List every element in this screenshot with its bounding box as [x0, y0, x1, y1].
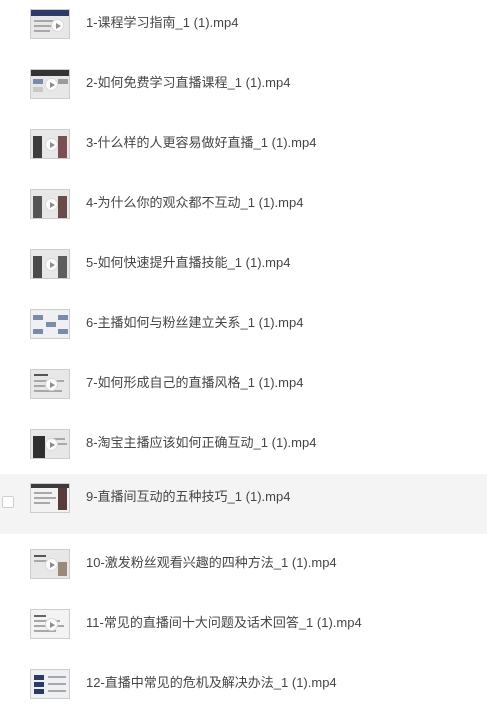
file-name[interactable]: 2-如何免费学习直播课程_1 (1).mp4: [86, 73, 290, 93]
video-thumbnail-icon[interactable]: [30, 549, 70, 579]
file-name[interactable]: 7-如何形成自己的直播风格_1 (1).mp4: [86, 373, 303, 393]
file-row[interactable]: 7-如何形成自己的直播风格_1 (1).mp4: [0, 360, 487, 420]
file-name[interactable]: 12-直播中常见的危机及解决办法_1 (1).mp4: [86, 673, 337, 693]
file-name[interactable]: 10-激发粉丝观看兴趣的四种方法_1 (1).mp4: [86, 553, 337, 573]
file-row[interactable]: 6-主播如何与粉丝建立关系_1 (1).mp4: [0, 300, 487, 360]
file-list: 1-课程学习指南_1 (1).mp4 2-如何免费学习直播课程_1 (1).mp…: [0, 0, 487, 714]
file-row[interactable]: 2-如何免费学习直播课程_1 (1).mp4: [0, 60, 487, 120]
file-name[interactable]: 11-常见的直播间十大问题及话术回答_1 (1).mp4: [86, 613, 362, 633]
video-thumbnail-icon[interactable]: [30, 249, 70, 279]
file-name[interactable]: 6-主播如何与粉丝建立关系_1 (1).mp4: [86, 313, 303, 333]
file-name[interactable]: 5-如何快速提升直播技能_1 (1).mp4: [86, 253, 290, 273]
video-thumbnail-icon[interactable]: [30, 9, 70, 39]
video-thumbnail-icon[interactable]: [30, 369, 70, 399]
file-name[interactable]: 3-什么样的人更容易做好直播_1 (1).mp4: [86, 133, 316, 153]
video-thumbnail-icon[interactable]: [30, 483, 70, 513]
video-thumbnail-icon[interactable]: [30, 69, 70, 99]
file-row[interactable]: 4-为什么你的观众都不互动_1 (1).mp4: [0, 180, 487, 240]
row-checkbox[interactable]: [2, 496, 14, 508]
file-name[interactable]: 1-课程学习指南_1 (1).mp4: [86, 13, 238, 33]
file-row[interactable]: 1-课程学习指南_1 (1).mp4: [0, 0, 487, 60]
file-name[interactable]: 4-为什么你的观众都不互动_1 (1).mp4: [86, 193, 303, 213]
video-thumbnail-icon[interactable]: [30, 189, 70, 219]
file-row[interactable]: 10-激发粉丝观看兴趣的四种方法_1 (1).mp4: [0, 540, 487, 600]
file-row[interactable]: 3-什么样的人更容易做好直播_1 (1).mp4: [0, 120, 487, 180]
file-row[interactable]: 5-如何快速提升直播技能_1 (1).mp4: [0, 240, 487, 300]
video-thumbnail-icon[interactable]: [30, 129, 70, 159]
file-row[interactable]: 11-常见的直播间十大问题及话术回答_1 (1).mp4: [0, 600, 487, 660]
video-thumbnail-icon[interactable]: [30, 669, 70, 699]
video-thumbnail-icon[interactable]: [30, 609, 70, 639]
file-row[interactable]: 8-淘宝主播应该如何正确互动_1 (1).mp4: [0, 420, 487, 480]
file-row-selected[interactable]: 9-直播间互动的五种技巧_1 (1).mp4: [0, 474, 487, 534]
file-name[interactable]: 8-淘宝主播应该如何正确互动_1 (1).mp4: [86, 433, 316, 453]
file-row[interactable]: 12-直播中常见的危机及解决办法_1 (1).mp4: [0, 660, 487, 720]
video-thumbnail-icon[interactable]: [30, 309, 70, 339]
file-name[interactable]: 9-直播间互动的五种技巧_1 (1).mp4: [86, 487, 290, 507]
video-thumbnail-icon[interactable]: [30, 429, 70, 459]
